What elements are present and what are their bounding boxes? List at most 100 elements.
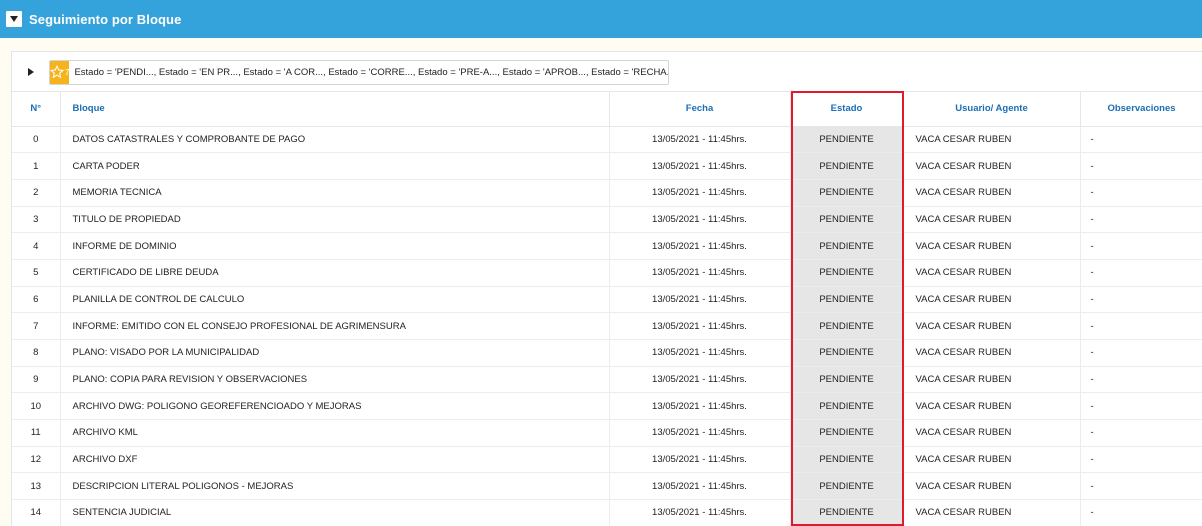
row-number: 11 bbox=[12, 419, 61, 447]
row-estado: PENDIENTE bbox=[790, 286, 904, 314]
row-number: 0 bbox=[12, 126, 61, 154]
table-header-row: N° Bloque Fecha Estado Usuario/ Agente O… bbox=[12, 92, 1202, 127]
row-fecha: 13/05/2021 - 11:45hrs. bbox=[609, 126, 791, 154]
row-bloque: CARTA PODER bbox=[60, 152, 610, 180]
row-observaciones: - bbox=[1080, 419, 1202, 447]
row-estado: PENDIENTE bbox=[790, 499, 904, 526]
grid-panel: 7 Estado = 'PENDI..., Estado = 'EN PR...… bbox=[11, 51, 1202, 526]
column-header-usuario[interactable]: Usuario/ Agente bbox=[903, 92, 1081, 127]
row-estado: PENDIENTE bbox=[790, 179, 904, 207]
row-fecha: 13/05/2021 - 11:45hrs. bbox=[609, 392, 791, 421]
row-number: 9 bbox=[12, 366, 61, 394]
row-fecha: 13/05/2021 - 11:45hrs. bbox=[609, 366, 791, 394]
row-number: 3 bbox=[12, 206, 61, 234]
row-estado: PENDIENTE bbox=[790, 339, 904, 367]
row-usuario: VACA CESAR RUBEN bbox=[903, 499, 1081, 526]
row-number: 1 bbox=[12, 152, 61, 180]
filter-expression: Estado = 'PENDI..., Estado = 'EN PR..., … bbox=[74, 67, 669, 78]
row-number: 8 bbox=[12, 339, 61, 367]
row-estado: PENDIENTE bbox=[790, 472, 904, 501]
row-usuario: VACA CESAR RUBEN bbox=[903, 206, 1081, 234]
row-usuario: VACA CESAR RUBEN bbox=[903, 419, 1081, 447]
row-fecha: 13/05/2021 - 11:45hrs. bbox=[609, 286, 791, 314]
table-row[interactable]: 9 PLANO: COPIA PARA REVISION Y OBSERVACIO… bbox=[12, 366, 1202, 394]
row-fecha: 13/05/2021 - 11:45hrs. bbox=[609, 179, 791, 207]
table-row[interactable]: 12 ARCHIVO DXF 13/05/2021 - 11:45hrs. PENDI… bbox=[12, 446, 1202, 474]
table-row[interactable]: 5 CERTIFICADO DE LIBRE DEUDA 13/05/2021 - … bbox=[12, 259, 1202, 287]
row-bloque: ARCHIVO KML bbox=[60, 419, 610, 447]
triangle-right-icon[interactable] bbox=[28, 68, 34, 76]
table-row[interactable]: 13 DESCRIPCION LITERAL POLIGONOS - MEJORA… bbox=[12, 472, 1202, 501]
row-usuario: VACA CESAR RUBEN bbox=[903, 339, 1081, 367]
row-observaciones: - bbox=[1080, 339, 1202, 367]
row-usuario: VACA CESAR RUBEN bbox=[903, 232, 1081, 260]
row-fecha: 13/05/2021 - 11:45hrs. bbox=[609, 446, 791, 474]
column-header-estado[interactable]: Estado bbox=[790, 92, 904, 127]
row-bloque: PLANILLA DE CONTROL DE CALCULO bbox=[60, 286, 610, 314]
page-title: Seguimiento por Bloque bbox=[29, 11, 182, 27]
row-number: 13 bbox=[12, 472, 61, 501]
row-observaciones: - bbox=[1080, 499, 1202, 526]
row-observaciones: - bbox=[1080, 232, 1202, 260]
table-row[interactable]: 3 TITULO DE PROPIEDAD 13/05/2021 - 11:45hr… bbox=[12, 206, 1202, 234]
column-header-observaciones[interactable]: Observaciones bbox=[1080, 92, 1202, 127]
row-observaciones: - bbox=[1080, 126, 1202, 154]
star-icon bbox=[50, 65, 64, 79]
table-row[interactable]: 2 MEMORIA TECNICA 13/05/2021 - 11:45hrs. PE… bbox=[12, 179, 1202, 207]
column-header-num[interactable]: N° bbox=[12, 92, 61, 127]
row-estado: PENDIENTE bbox=[790, 392, 904, 421]
row-observaciones: - bbox=[1080, 392, 1202, 421]
table-row[interactable]: 14 SENTENCIA JUDICIAL 13/05/2021 - 11:45hr… bbox=[12, 499, 1202, 526]
favorite-filter-button[interactable]: 7 bbox=[50, 61, 70, 84]
row-usuario: VACA CESAR RUBEN bbox=[903, 472, 1081, 501]
row-number: 7 bbox=[12, 312, 61, 340]
row-fecha: 13/05/2021 - 11:45hrs. bbox=[609, 472, 791, 501]
row-fecha: 13/05/2021 - 11:45hrs. bbox=[609, 259, 791, 287]
row-fecha: 13/05/2021 - 11:45hrs. bbox=[609, 339, 791, 367]
row-bloque: CERTIFICADO DE LIBRE DEUDA bbox=[60, 259, 610, 287]
row-observaciones: - bbox=[1080, 472, 1202, 501]
row-estado: PENDIENTE bbox=[790, 152, 904, 180]
table-row[interactable]: 10 ARCHIVO DWG: POLIGONO GEOREFERENCIOADO… bbox=[12, 392, 1202, 421]
row-observaciones: - bbox=[1080, 259, 1202, 287]
row-fecha: 13/05/2021 - 11:45hrs. bbox=[609, 206, 791, 234]
row-observaciones: - bbox=[1080, 286, 1202, 314]
row-fecha: 13/05/2021 - 11:45hrs. bbox=[609, 499, 791, 526]
row-bloque: MEMORIA TECNICA bbox=[60, 179, 610, 207]
row-usuario: VACA CESAR RUBEN bbox=[903, 126, 1081, 154]
row-estado: PENDIENTE bbox=[790, 206, 904, 234]
table-row[interactable]: 11 ARCHIVO KML 13/05/2021 - 11:45hrs. PENDI… bbox=[12, 419, 1202, 447]
table-row[interactable]: 8 PLANO: VISADO POR LA MUNICIPALIDAD 13/05… bbox=[12, 339, 1202, 367]
row-number: 5 bbox=[12, 259, 61, 287]
table-row[interactable]: 7 INFORME: EMITIDO CON EL CONSEJO PROFESI… bbox=[12, 312, 1202, 340]
row-observaciones: - bbox=[1080, 206, 1202, 234]
row-bloque: INFORME DE DOMINIO bbox=[60, 232, 610, 260]
row-observaciones: - bbox=[1080, 446, 1202, 474]
row-estado: PENDIENTE bbox=[790, 446, 904, 474]
triangle-down-icon[interactable] bbox=[6, 11, 22, 27]
filter-chip[interactable]: 7 Estado = 'PENDI..., Estado = 'EN PR...… bbox=[49, 60, 669, 85]
row-fecha: 13/05/2021 - 11:45hrs. bbox=[609, 232, 791, 260]
row-fecha: 13/05/2021 - 11:45hrs. bbox=[609, 312, 791, 340]
table-row[interactable]: 1 CARTA PODER 13/05/2021 - 11:45hrs. PENDIE… bbox=[12, 152, 1202, 180]
row-usuario: VACA CESAR RUBEN bbox=[903, 446, 1081, 474]
row-number: 14 bbox=[12, 499, 61, 526]
row-bloque: ARCHIVO DXF bbox=[60, 446, 610, 474]
column-header-fecha[interactable]: Fecha bbox=[609, 92, 791, 127]
row-number: 10 bbox=[12, 392, 61, 421]
row-usuario: VACA CESAR RUBEN bbox=[903, 312, 1081, 340]
row-number: 12 bbox=[12, 446, 61, 474]
row-observaciones: - bbox=[1080, 152, 1202, 180]
row-usuario: VACA CESAR RUBEN bbox=[903, 286, 1081, 314]
row-bloque: SENTENCIA JUDICIAL bbox=[60, 499, 610, 526]
row-estado: PENDIENTE bbox=[790, 259, 904, 287]
table-row[interactable]: 6 PLANILLA DE CONTROL DE CALCULO 13/05/202… bbox=[12, 286, 1202, 314]
table-row[interactable]: 4 INFORME DE DOMINIO 13/05/2021 - 11:45hrs… bbox=[12, 232, 1202, 260]
row-bloque: PLANO: COPIA PARA REVISION Y OBSERVACION… bbox=[60, 366, 610, 394]
row-fecha: 13/05/2021 - 11:45hrs. bbox=[609, 152, 791, 180]
row-number: 4 bbox=[12, 232, 61, 260]
column-header-bloque[interactable]: Bloque bbox=[60, 92, 610, 127]
table-row[interactable]: 0 DATOS CATASTRALES Y COMPROBANTE DE PAGO… bbox=[12, 126, 1202, 154]
row-estado: PENDIENTE bbox=[790, 232, 904, 260]
row-usuario: VACA CESAR RUBEN bbox=[903, 179, 1081, 207]
